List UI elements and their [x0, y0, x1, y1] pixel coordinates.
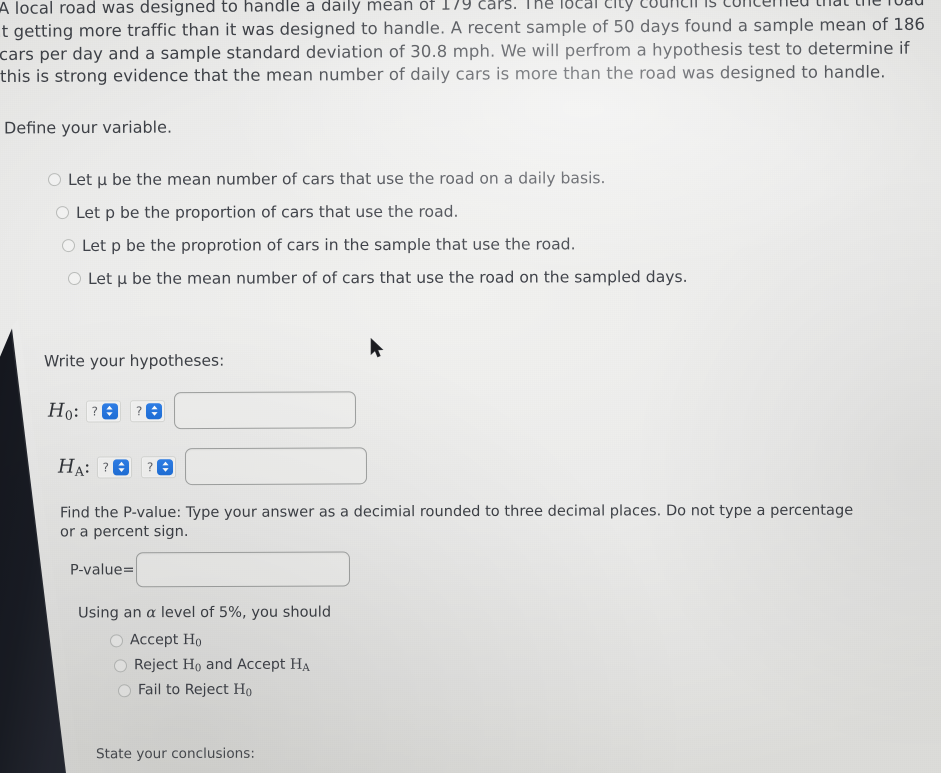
alternative-hypothesis-value-input[interactable] — [185, 447, 368, 486]
radio-button-icon[interactable] — [113, 659, 128, 673]
decision-symbol: H — [233, 681, 246, 698]
radio-option-variable-3[interactable]: Let p be the proprotion of cars in the s… — [61, 227, 688, 262]
null-hypothesis-subscript: 0 — [64, 407, 74, 423]
define-variable-prompt: Define your variable. — [3, 117, 173, 138]
quiz-content: A local road was designed to handle a da… — [0, 0, 941, 773]
radio-button-icon[interactable] — [61, 239, 76, 253]
pvalue-row: P-value= — [69, 551, 350, 588]
up-down-arrows-icon[interactable] — [101, 402, 118, 419]
pvalue-label: P-value= — [69, 561, 135, 578]
radio-option-variable-4[interactable]: Let μ be the mean number of of cars that… — [67, 260, 688, 295]
radio-option-label: Let μ be the mean number of of cars that… — [87, 267, 688, 288]
alternative-hypothesis-subscript: A — [74, 463, 85, 479]
alternative-hypothesis-operator-select[interactable]: ? — [140, 455, 177, 478]
null-hypothesis-value-input[interactable] — [174, 391, 357, 430]
null-hypothesis-symbol: H — [47, 399, 65, 422]
alpha-prompt-suffix: level of 5%, you should — [156, 603, 332, 622]
select-value: ? — [91, 403, 98, 418]
alternative-hypothesis-symbol: H — [57, 455, 75, 478]
radio-option-variable-2[interactable]: Let p be the proportion of cars that use… — [55, 194, 688, 229]
radio-button-icon[interactable] — [55, 206, 70, 220]
null-hypothesis-operator-select[interactable]: ? — [129, 399, 166, 422]
radio-option-label: Fail to Reject H0 — [138, 682, 252, 700]
select-value: ? — [146, 459, 154, 474]
radio-option-label: Let p be the proportion of cars that use… — [75, 202, 459, 222]
radio-option-decision-1[interactable]: Accept H0 — [109, 628, 310, 654]
null-hypothesis-row: H0: ? ? — [48, 391, 357, 430]
radio-button-icon[interactable] — [67, 272, 82, 286]
conclusions-prompt: State your conclusions: — [95, 745, 255, 763]
alpha-level-prompt: Using an α level of 5%, you should — [78, 604, 331, 622]
problem-line-4: this is strong evidence that the mean nu… — [0, 62, 886, 87]
up-down-arrows-icon[interactable] — [146, 402, 163, 419]
alternative-hypothesis-label: HA: — [58, 455, 91, 478]
define-variable-options: Let μ be the mean number of cars that us… — [47, 161, 688, 295]
radio-button-icon[interactable] — [117, 684, 132, 698]
select-value: ? — [135, 403, 143, 418]
null-hypothesis-parameter-select[interactable]: ? — [85, 399, 122, 423]
null-hypothesis-colon: : — [72, 399, 80, 422]
radio-option-label: Let μ be the mean number of cars that us… — [67, 168, 606, 189]
radio-option-label: Let p be the proprotion of cars in the s… — [81, 234, 576, 255]
radio-button-icon[interactable] — [47, 173, 62, 187]
decision-text-mid: and Accept — [201, 656, 290, 673]
problem-statement: A local road was designed to handle a da… — [0, 0, 941, 89]
decision-text-before: Fail to Reject — [137, 681, 234, 699]
radio-option-decision-2[interactable]: Reject H0 and Accept HA — [113, 653, 310, 679]
up-down-arrows-icon[interactable] — [112, 458, 130, 475]
radio-option-label: Reject H0 and Accept HA — [134, 657, 310, 675]
decision-subscript: 0 — [195, 638, 202, 650]
decision-symbol-2: H — [289, 656, 303, 673]
decision-subscript-2: A — [302, 662, 310, 674]
alternative-hypothesis-parameter-select[interactable]: ? — [96, 455, 133, 479]
photographed-screen: A local road was designed to handle a da… — [0, 0, 941, 773]
decision-symbol: H — [182, 631, 196, 648]
select-value: ? — [102, 459, 110, 474]
hypotheses-prompt: Write your hypotheses: — [43, 351, 225, 371]
radio-option-variable-1[interactable]: Let μ be the mean number of cars that us… — [47, 161, 688, 196]
null-hypothesis-label: H0: — [48, 399, 80, 422]
decision-symbol: H — [182, 656, 195, 673]
radio-button-icon[interactable] — [109, 634, 124, 648]
radio-option-decision-3[interactable]: Fail to Reject H0 — [117, 678, 310, 704]
alpha-prompt-prefix: Using an — [77, 604, 147, 622]
decision-text-before: Reject — [133, 656, 183, 674]
alternative-hypothesis-row: HA: ? ? — [58, 447, 368, 486]
decision-options: Accept H0 Reject H0 and Accept HA Fail t… — [109, 628, 310, 704]
pvalue-instructions: Find the P-value: Type your answer as a … — [59, 501, 854, 541]
alternative-hypothesis-colon: : — [83, 455, 91, 478]
radio-option-label: Accept H0 — [130, 632, 202, 649]
pvalue-input[interactable] — [135, 551, 350, 588]
decision-text-before: Accept — [129, 631, 183, 649]
up-down-arrows-icon[interactable] — [157, 458, 174, 475]
decision-subscript: 0 — [245, 687, 253, 699]
alpha-symbol: α — [146, 604, 157, 622]
